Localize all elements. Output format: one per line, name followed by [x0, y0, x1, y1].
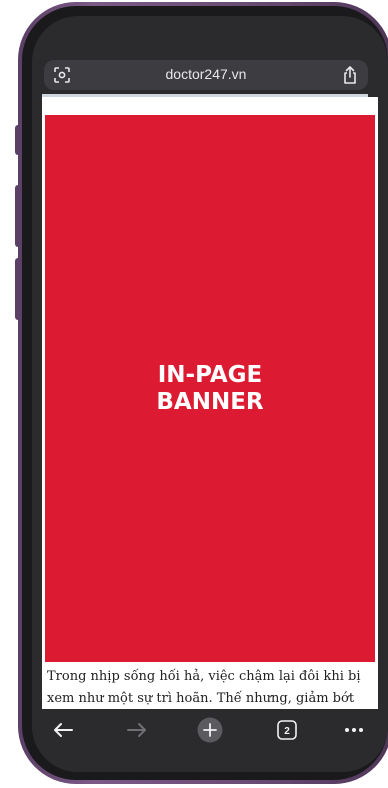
new-tab-button[interactable]: [197, 717, 223, 743]
url-text[interactable]: doctor247.vn: [44, 66, 368, 82]
action-button: [15, 125, 21, 155]
phone-screen: doctor247.vn IN-PAGE BANNER Trong nhịp s…: [32, 16, 388, 772]
browser-toolbar: 2: [32, 709, 388, 772]
tab-count: 2: [284, 726, 290, 737]
volume-down-button: [15, 258, 21, 320]
share-icon[interactable]: [342, 65, 358, 85]
in-page-banner-ad[interactable]: IN-PAGE BANNER: [45, 115, 375, 662]
article-paragraph: Trong nhịp sống hối hả, việc chậm lại đô…: [47, 669, 361, 706]
banner-label: IN-PAGE BANNER: [156, 361, 264, 415]
web-page[interactable]: IN-PAGE BANNER Trong nhịp sống hối hả, v…: [42, 97, 378, 709]
more-options-button[interactable]: [342, 717, 366, 743]
phone-mockup: doctor247.vn IN-PAGE BANNER Trong nhịp s…: [0, 0, 388, 788]
address-bar[interactable]: doctor247.vn: [44, 60, 368, 90]
forward-arrow-icon: [127, 723, 146, 737]
more-options-icon: [345, 728, 363, 732]
new-tab-plus-icon: [197, 717, 223, 743]
back-button[interactable]: [50, 717, 76, 743]
back-arrow-icon: [54, 723, 73, 737]
forward-button[interactable]: [124, 717, 150, 743]
tab-switcher-button[interactable]: 2: [276, 717, 298, 743]
volume-up-button: [15, 185, 21, 247]
tab-switcher-icon: 2: [277, 720, 297, 740]
